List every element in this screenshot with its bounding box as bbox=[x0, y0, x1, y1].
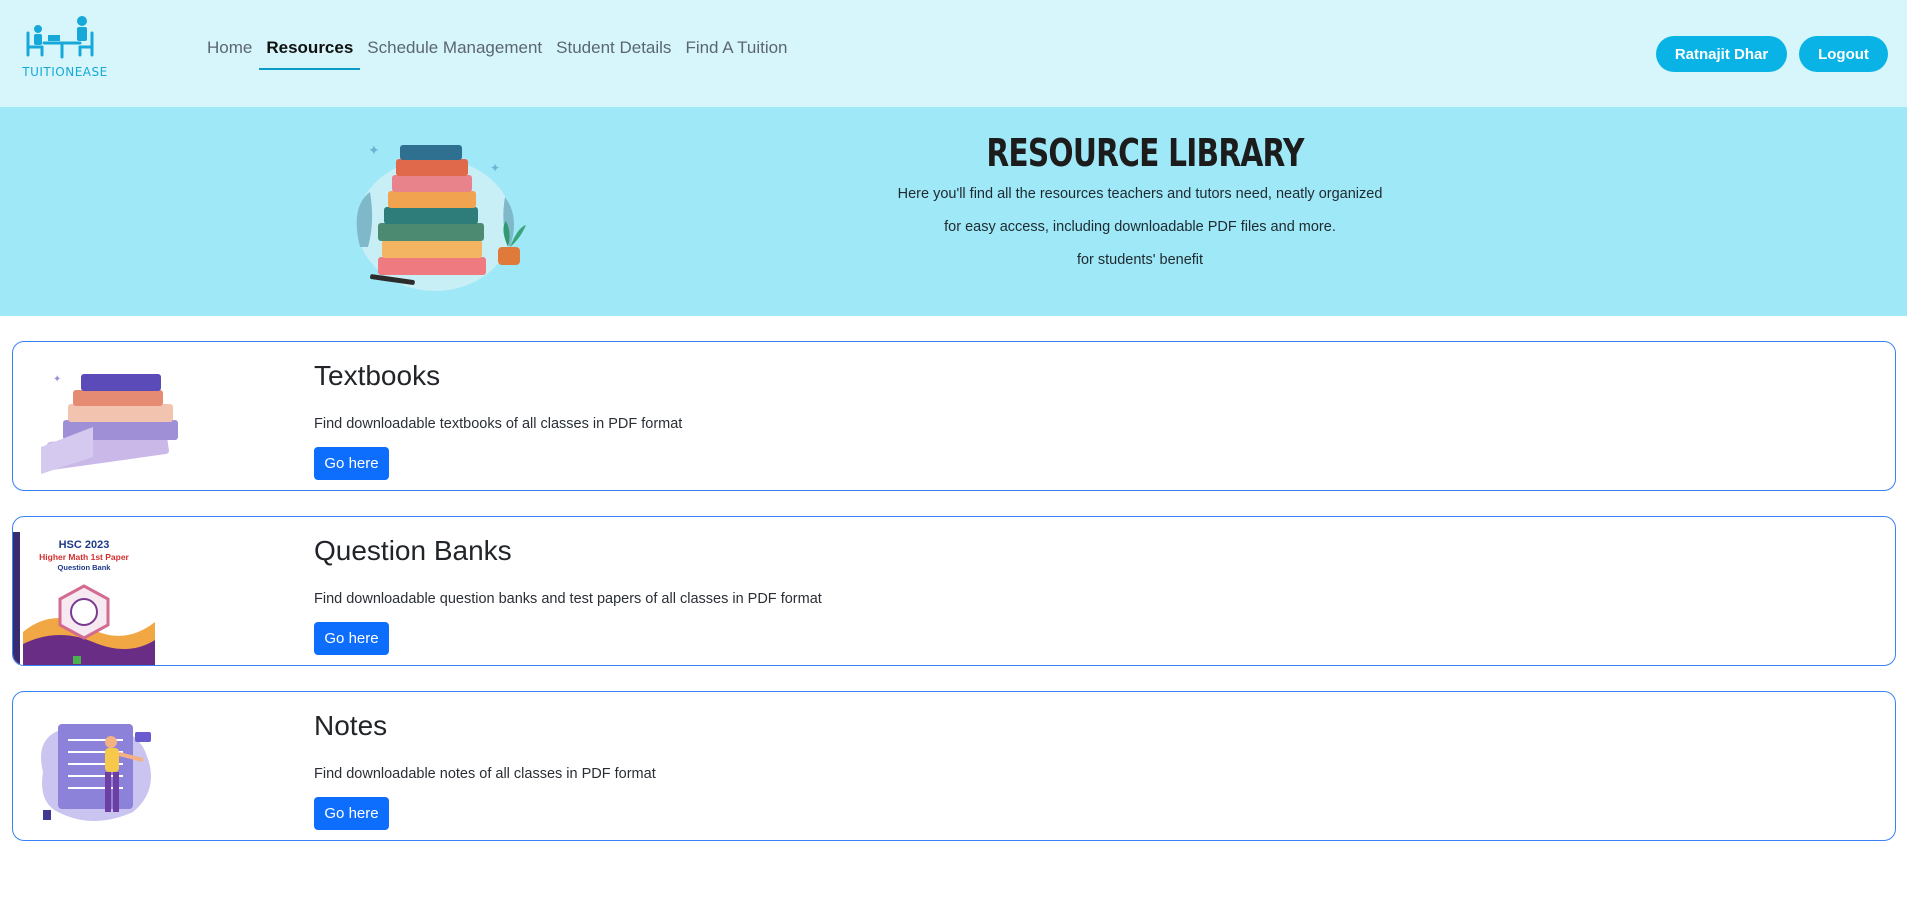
resource-card-question-banks: HSC 2023 Higher Math 1st Paper Question … bbox=[12, 516, 1896, 666]
cover-subject-text: Higher Math 1st Paper bbox=[39, 552, 129, 562]
card-title: Notes bbox=[314, 710, 388, 741]
hero-banner: ✦ ✦ RESOURCE LIBRARY Here you'll find al… bbox=[0, 107, 1907, 316]
notes-illustration bbox=[41, 724, 151, 821]
hero-description-line: for students' benefit bbox=[1076, 252, 1204, 268]
go-here-button[interactable]: Go here bbox=[314, 447, 389, 480]
svg-text:✦: ✦ bbox=[368, 142, 380, 158]
resource-card-notes: Notes Find downloadable notes of all cla… bbox=[12, 691, 1896, 841]
user-profile-button[interactable]: Ratnajit Dhar bbox=[1656, 36, 1787, 72]
nav-student-details[interactable]: Student Details bbox=[549, 36, 678, 70]
card-description: Find downloadable textbooks of all class… bbox=[314, 416, 683, 432]
go-here-button[interactable]: Go here bbox=[314, 797, 389, 830]
svg-text:✦: ✦ bbox=[53, 374, 61, 385]
logo-text: TUITIONEASE bbox=[22, 65, 108, 79]
go-here-button[interactable]: Go here bbox=[314, 622, 389, 655]
svg-text:✦: ✦ bbox=[490, 161, 500, 175]
textbooks-illustration: ✦ bbox=[41, 374, 178, 474]
nav-home[interactable]: Home bbox=[200, 36, 259, 70]
site-logo[interactable]: TUITIONEASE bbox=[20, 15, 110, 81]
cover-type-text: Question Bank bbox=[58, 563, 112, 572]
nav-schedule-management[interactable]: Schedule Management bbox=[360, 36, 549, 70]
hero-description-line: Here you'll find all the resources teach… bbox=[897, 186, 1383, 202]
card-title: Question Banks bbox=[314, 535, 512, 566]
card-title: Textbooks bbox=[314, 360, 441, 391]
nav-find-a-tuition[interactable]: Find A Tuition bbox=[678, 36, 794, 70]
cover-year-text: HSC 2023 bbox=[59, 539, 110, 551]
question-bank-cover-image: HSC 2023 Higher Math 1st Paper Question … bbox=[13, 532, 155, 665]
card-description: Find downloadable notes of all classes i… bbox=[314, 766, 656, 782]
book-stack-illustration: ✦ ✦ bbox=[356, 142, 526, 291]
tuition-logo-icon bbox=[26, 16, 94, 59]
resource-card-textbooks: ✦ Textbooks Find downloadable textbooks … bbox=[12, 341, 1896, 491]
hero-description-line: for easy access, including downloadable … bbox=[944, 219, 1336, 235]
logout-button[interactable]: Logout bbox=[1799, 36, 1888, 72]
nav-links: Home Resources Schedule Management Stude… bbox=[200, 36, 795, 70]
card-description: Find downloadable question banks and tes… bbox=[314, 591, 822, 607]
navbar: TUITIONEASE Home Resources Schedule Mana… bbox=[0, 0, 1907, 107]
page-title: RESOURCE LIBRARY bbox=[986, 131, 1304, 175]
nav-resources[interactable]: Resources bbox=[259, 36, 361, 70]
